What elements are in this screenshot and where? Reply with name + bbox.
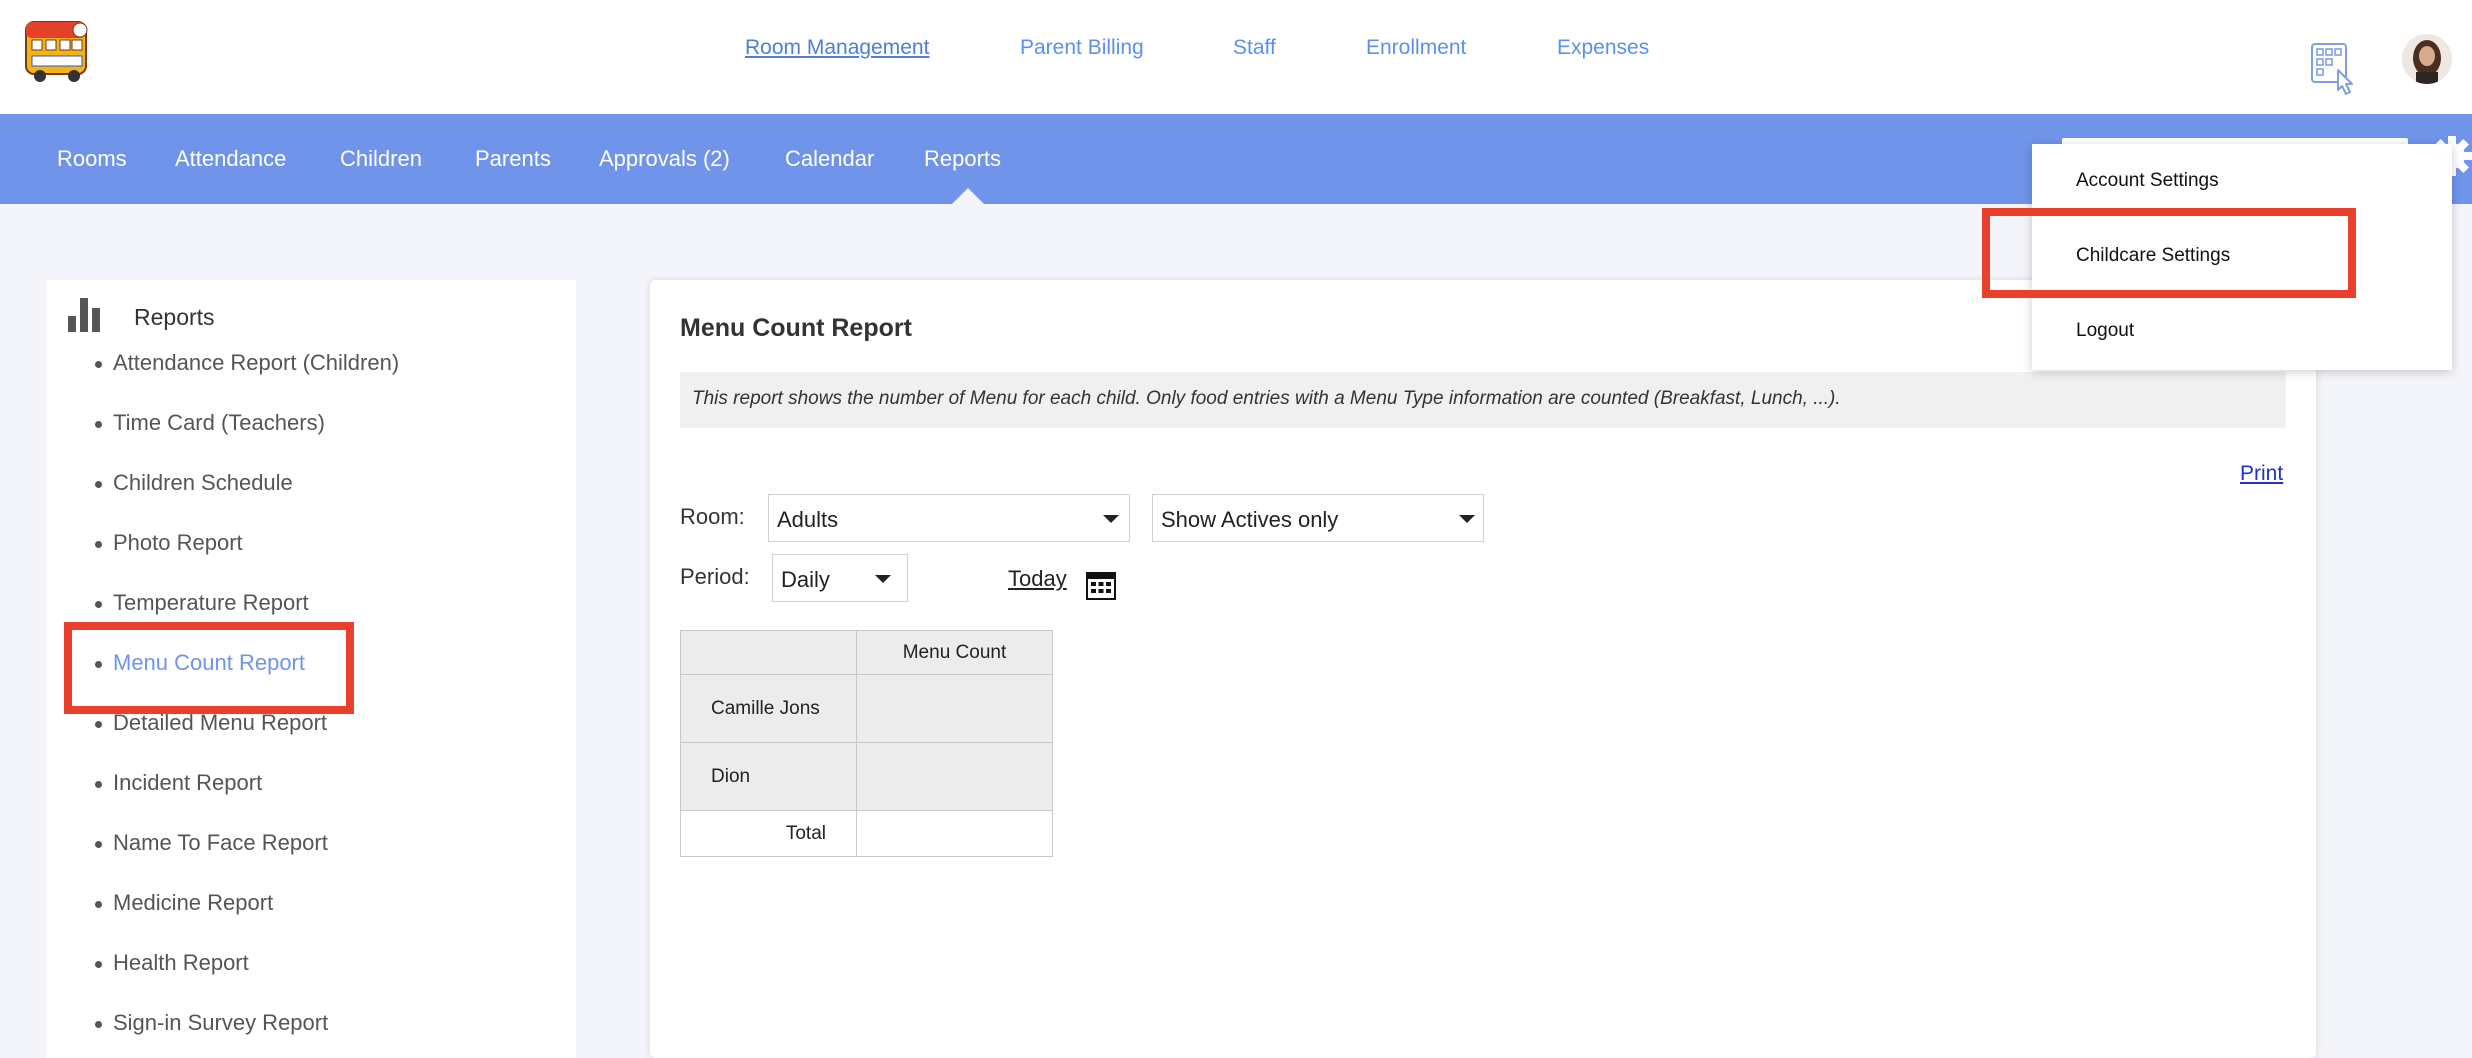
top-nav-enrollment[interactable]: Enrollment [1366, 36, 1466, 60]
sidebar-item-incident-report[interactable]: Incident Report [46, 768, 576, 828]
report-panel: Menu Count Report This report shows the … [650, 280, 2316, 1058]
menu-item-account-settings[interactable]: Account Settings [2076, 170, 2219, 192]
table-row: Camille Jons [680, 674, 1053, 743]
sidebar-item-name-to-face-report[interactable]: Name To Face Report [46, 828, 576, 888]
menu-item-childcare-settings[interactable]: Childcare Settings [2076, 245, 2230, 267]
top-header: Room Management Parent Billing Staff Enr… [0, 0, 2472, 114]
nav-rooms[interactable]: Rooms [57, 146, 127, 172]
calendar-icon[interactable] [1086, 570, 1116, 600]
sidebar-item-photo-report[interactable]: Photo Report [46, 528, 576, 588]
status-filter-select[interactable]: Show Actives only [1152, 494, 1484, 542]
qr-scan-icon[interactable] [2308, 40, 2360, 98]
sidebar-item-medicine-report[interactable]: Medicine Report [46, 888, 576, 948]
child-name-cell: Dion [680, 742, 857, 811]
total-value-cell [856, 810, 1053, 857]
sidebar-item-sign-in-survey-report[interactable]: Sign-in Survey Report [46, 1008, 576, 1058]
sidebar-item-children-schedule[interactable]: Children Schedule [46, 468, 576, 528]
report-list: Attendance Report (Children) Time Card (… [46, 348, 576, 1058]
sidebar-item-attendance-report[interactable]: Attendance Report (Children) [46, 348, 576, 408]
today-link[interactable]: Today [1008, 566, 1067, 592]
table-corner-cell [680, 630, 857, 675]
sidebar-item-temperature-report[interactable]: Temperature Report [46, 588, 576, 648]
user-avatar[interactable] [2402, 34, 2452, 84]
settings-dropdown-menu: Account Settings Childcare Settings Logo… [2032, 144, 2452, 370]
sidebar-title: Reports [134, 304, 215, 330]
total-label-cell: Total [680, 810, 857, 857]
chevron-down-icon [1459, 515, 1475, 523]
top-nav-room-management[interactable]: Room Management [745, 36, 929, 60]
top-nav-expenses[interactable]: Expenses [1557, 36, 1649, 60]
reports-sidebar: Reports Attendance Report (Children) Tim… [46, 280, 576, 1058]
table-total-row: Total [680, 810, 1053, 857]
report-description: This report shows the number of Menu for… [680, 372, 2286, 428]
nav-approvals[interactable]: Approvals (2) [599, 146, 730, 172]
menu-count-cell [856, 742, 1053, 811]
period-label: Period: [680, 564, 750, 589]
top-nav-staff[interactable]: Staff [1233, 36, 1276, 60]
table-header-row: Menu Count [680, 630, 1053, 675]
period-select[interactable]: Daily [772, 554, 908, 602]
column-header-menu-count: Menu Count [856, 630, 1053, 675]
sidebar-item-detailed-menu-report[interactable]: Detailed Menu Report [46, 708, 576, 768]
top-nav-parent-billing[interactable]: Parent Billing [1020, 36, 1144, 60]
nav-calendar[interactable]: Calendar [785, 146, 874, 172]
table-row: Dion [680, 742, 1053, 811]
print-link[interactable]: Print [2240, 462, 2283, 486]
chevron-down-icon [875, 575, 891, 583]
nav-reports[interactable]: Reports [924, 146, 1001, 172]
menu-count-table: Menu Count Camille Jons Dion Total [680, 630, 1053, 857]
nav-attendance[interactable]: Attendance [175, 146, 286, 172]
bar-chart-icon [68, 298, 100, 332]
nav-parents[interactable]: Parents [475, 146, 551, 172]
menu-count-cell [856, 674, 1053, 743]
room-label: Room: [680, 504, 745, 529]
sidebar-item-menu-count-report[interactable]: Menu Count Report [46, 648, 576, 708]
page-title: Menu Count Report [680, 314, 912, 342]
sidebar-item-time-card[interactable]: Time Card (Teachers) [46, 408, 576, 468]
top-navigation: Room Management Parent Billing Staff Enr… [0, 36, 2472, 66]
nav-children[interactable]: Children [340, 146, 422, 172]
room-select[interactable]: Adults [768, 494, 1130, 542]
active-tab-caret [952, 188, 984, 204]
sidebar-item-health-report[interactable]: Health Report [46, 948, 576, 1008]
child-name-cell: Camille Jons [680, 674, 857, 743]
chevron-down-icon [1103, 515, 1119, 523]
menu-item-logout[interactable]: Logout [2076, 320, 2134, 342]
